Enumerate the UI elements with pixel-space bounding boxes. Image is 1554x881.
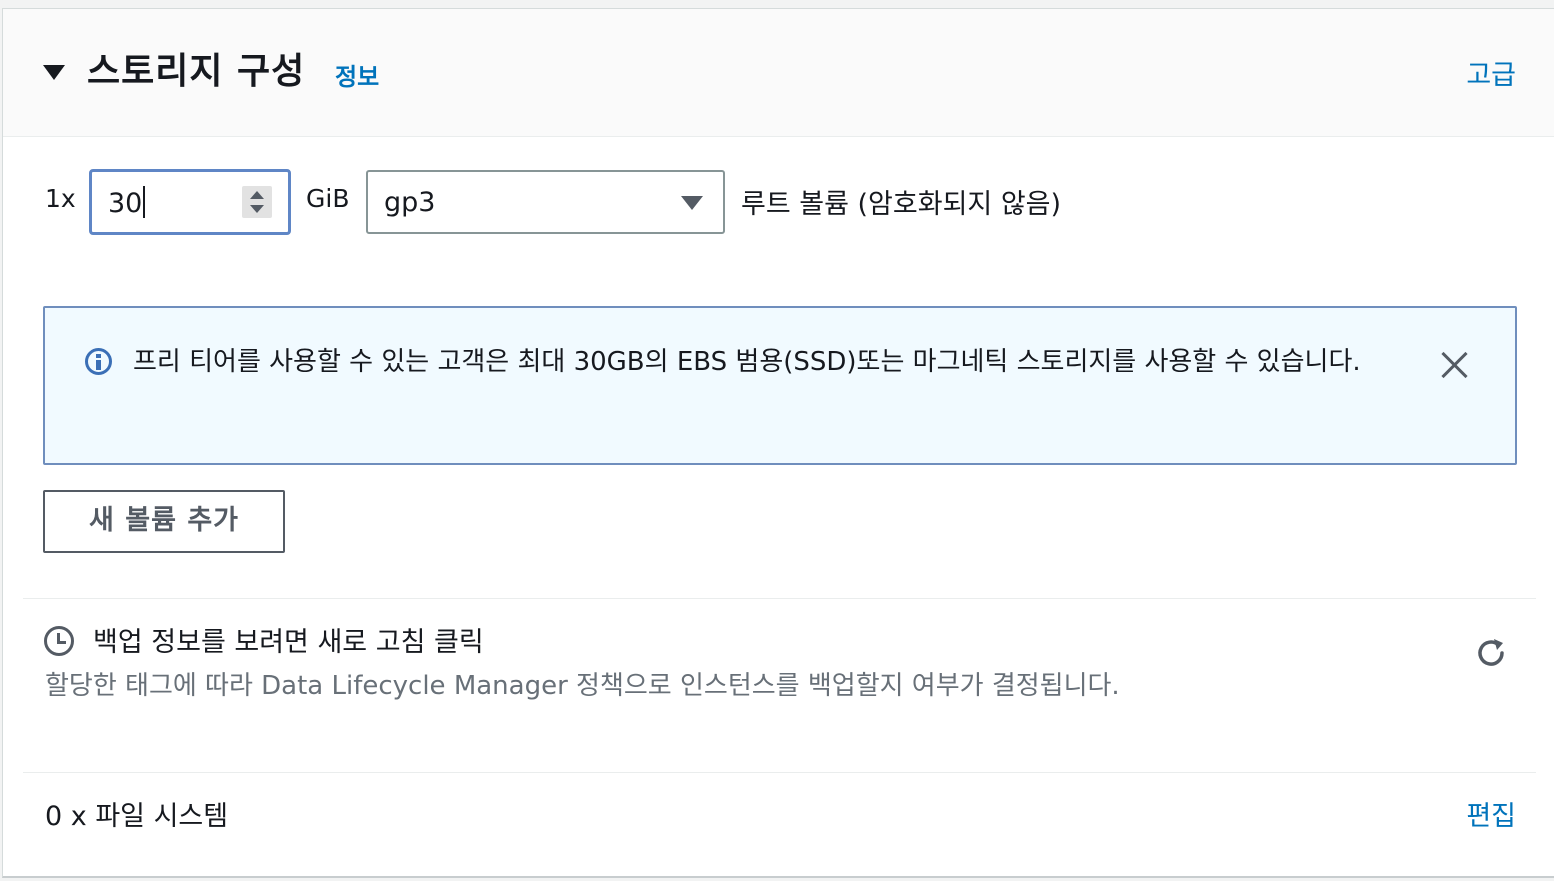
alert-message: 프리 티어를 사용할 수 있는 고객은 최대 30GB의 EBS 범용(SSD)… (133, 347, 1361, 377)
storage-config-panel: 스토리지 구성 정보 고급 1x 30 GiB gp3 루트 볼륨 (암호화되지… (2, 8, 1554, 878)
advanced-link[interactable]: 고급 (1466, 53, 1516, 92)
panel-header[interactable]: 스토리지 구성 정보 고급 (3, 9, 1554, 137)
info-link[interactable]: 정보 (335, 57, 379, 92)
volume-size-input[interactable]: 30 (89, 169, 291, 235)
text-cursor (143, 186, 146, 218)
refresh-icon[interactable] (1473, 635, 1509, 671)
caret-down-icon[interactable] (43, 65, 65, 80)
stepper-down-icon[interactable] (250, 205, 264, 213)
info-icon (85, 348, 112, 375)
clock-icon (44, 626, 74, 656)
backup-title: 백업 정보를 보려면 새로 고침 클릭 (93, 627, 484, 658)
volume-unit-label: GiB (306, 184, 350, 213)
volume-type-select[interactable]: gp3 (366, 170, 725, 234)
volume-type-value: gp3 (384, 187, 436, 218)
backup-description: 할당한 태그에 따라 Data Lifecycle Manager 정책으로 인… (45, 671, 1120, 701)
divider (23, 772, 1536, 773)
volume-description: 루트 볼륨 (암호화되지 않음) (741, 189, 1062, 220)
close-icon[interactable] (1439, 348, 1471, 380)
edit-link[interactable]: 편집 (1466, 794, 1516, 833)
volume-count-label: 1x (45, 184, 76, 213)
page-title: 스토리지 구성 (87, 51, 306, 92)
stepper-up-icon[interactable] (250, 191, 264, 199)
volume-size-value[interactable]: 30 (108, 186, 146, 219)
file-systems-label: 0 x 파일 시스템 (45, 801, 229, 832)
divider (23, 598, 1536, 599)
free-tier-alert: 프리 티어를 사용할 수 있는 고객은 최대 30GB의 EBS 범용(SSD)… (43, 306, 1517, 465)
size-stepper[interactable] (242, 186, 272, 218)
add-volume-button[interactable]: 새 볼륨 추가 (43, 490, 285, 553)
dropdown-arrow-icon (681, 196, 703, 210)
